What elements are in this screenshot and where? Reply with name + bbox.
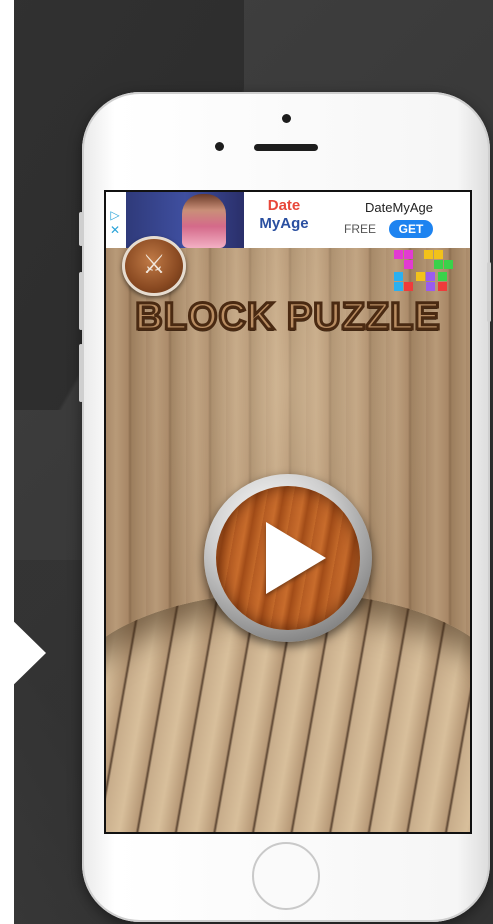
ad-person-photo [182,194,226,248]
play-icon [266,522,326,594]
game-title: BLOCK PUZZLE [134,295,441,340]
phone-volume-down [79,344,83,402]
ad-choices-icon[interactable]: ▷ ✕ [108,208,122,240]
phone-screen: ▷ ✕ Date MyAge DateMyAge FREE GET ⚔ BLOC… [104,190,472,834]
phone-power-button [487,262,491,322]
ad-free-label: FREE [344,222,377,236]
ad-get-button[interactable]: GET [389,220,433,238]
ad-brand-myage: MyAge [259,215,309,232]
phone-speaker [254,144,318,151]
arrow-right-icon [0,608,46,698]
phone-front-camera [215,142,224,151]
phone-mute-switch [79,212,83,246]
phone-volume-up [79,272,83,330]
phone-frame: ▷ ✕ Date MyAge DateMyAge FREE GET ⚔ BLOC… [79,92,491,922]
more-games-blocks-icon[interactable] [394,250,454,294]
ad-brand-date: Date [267,197,301,214]
settings-button[interactable]: ⚔ [122,236,186,296]
play-button-face [216,486,360,630]
ad-title: DateMyAge [365,200,433,215]
background-edge [0,0,14,924]
play-button[interactable] [204,474,372,642]
phone-sensor [282,114,291,123]
phone-home-button[interactable] [252,842,320,910]
crossed-tools-icon: ⚔ [142,249,166,279]
